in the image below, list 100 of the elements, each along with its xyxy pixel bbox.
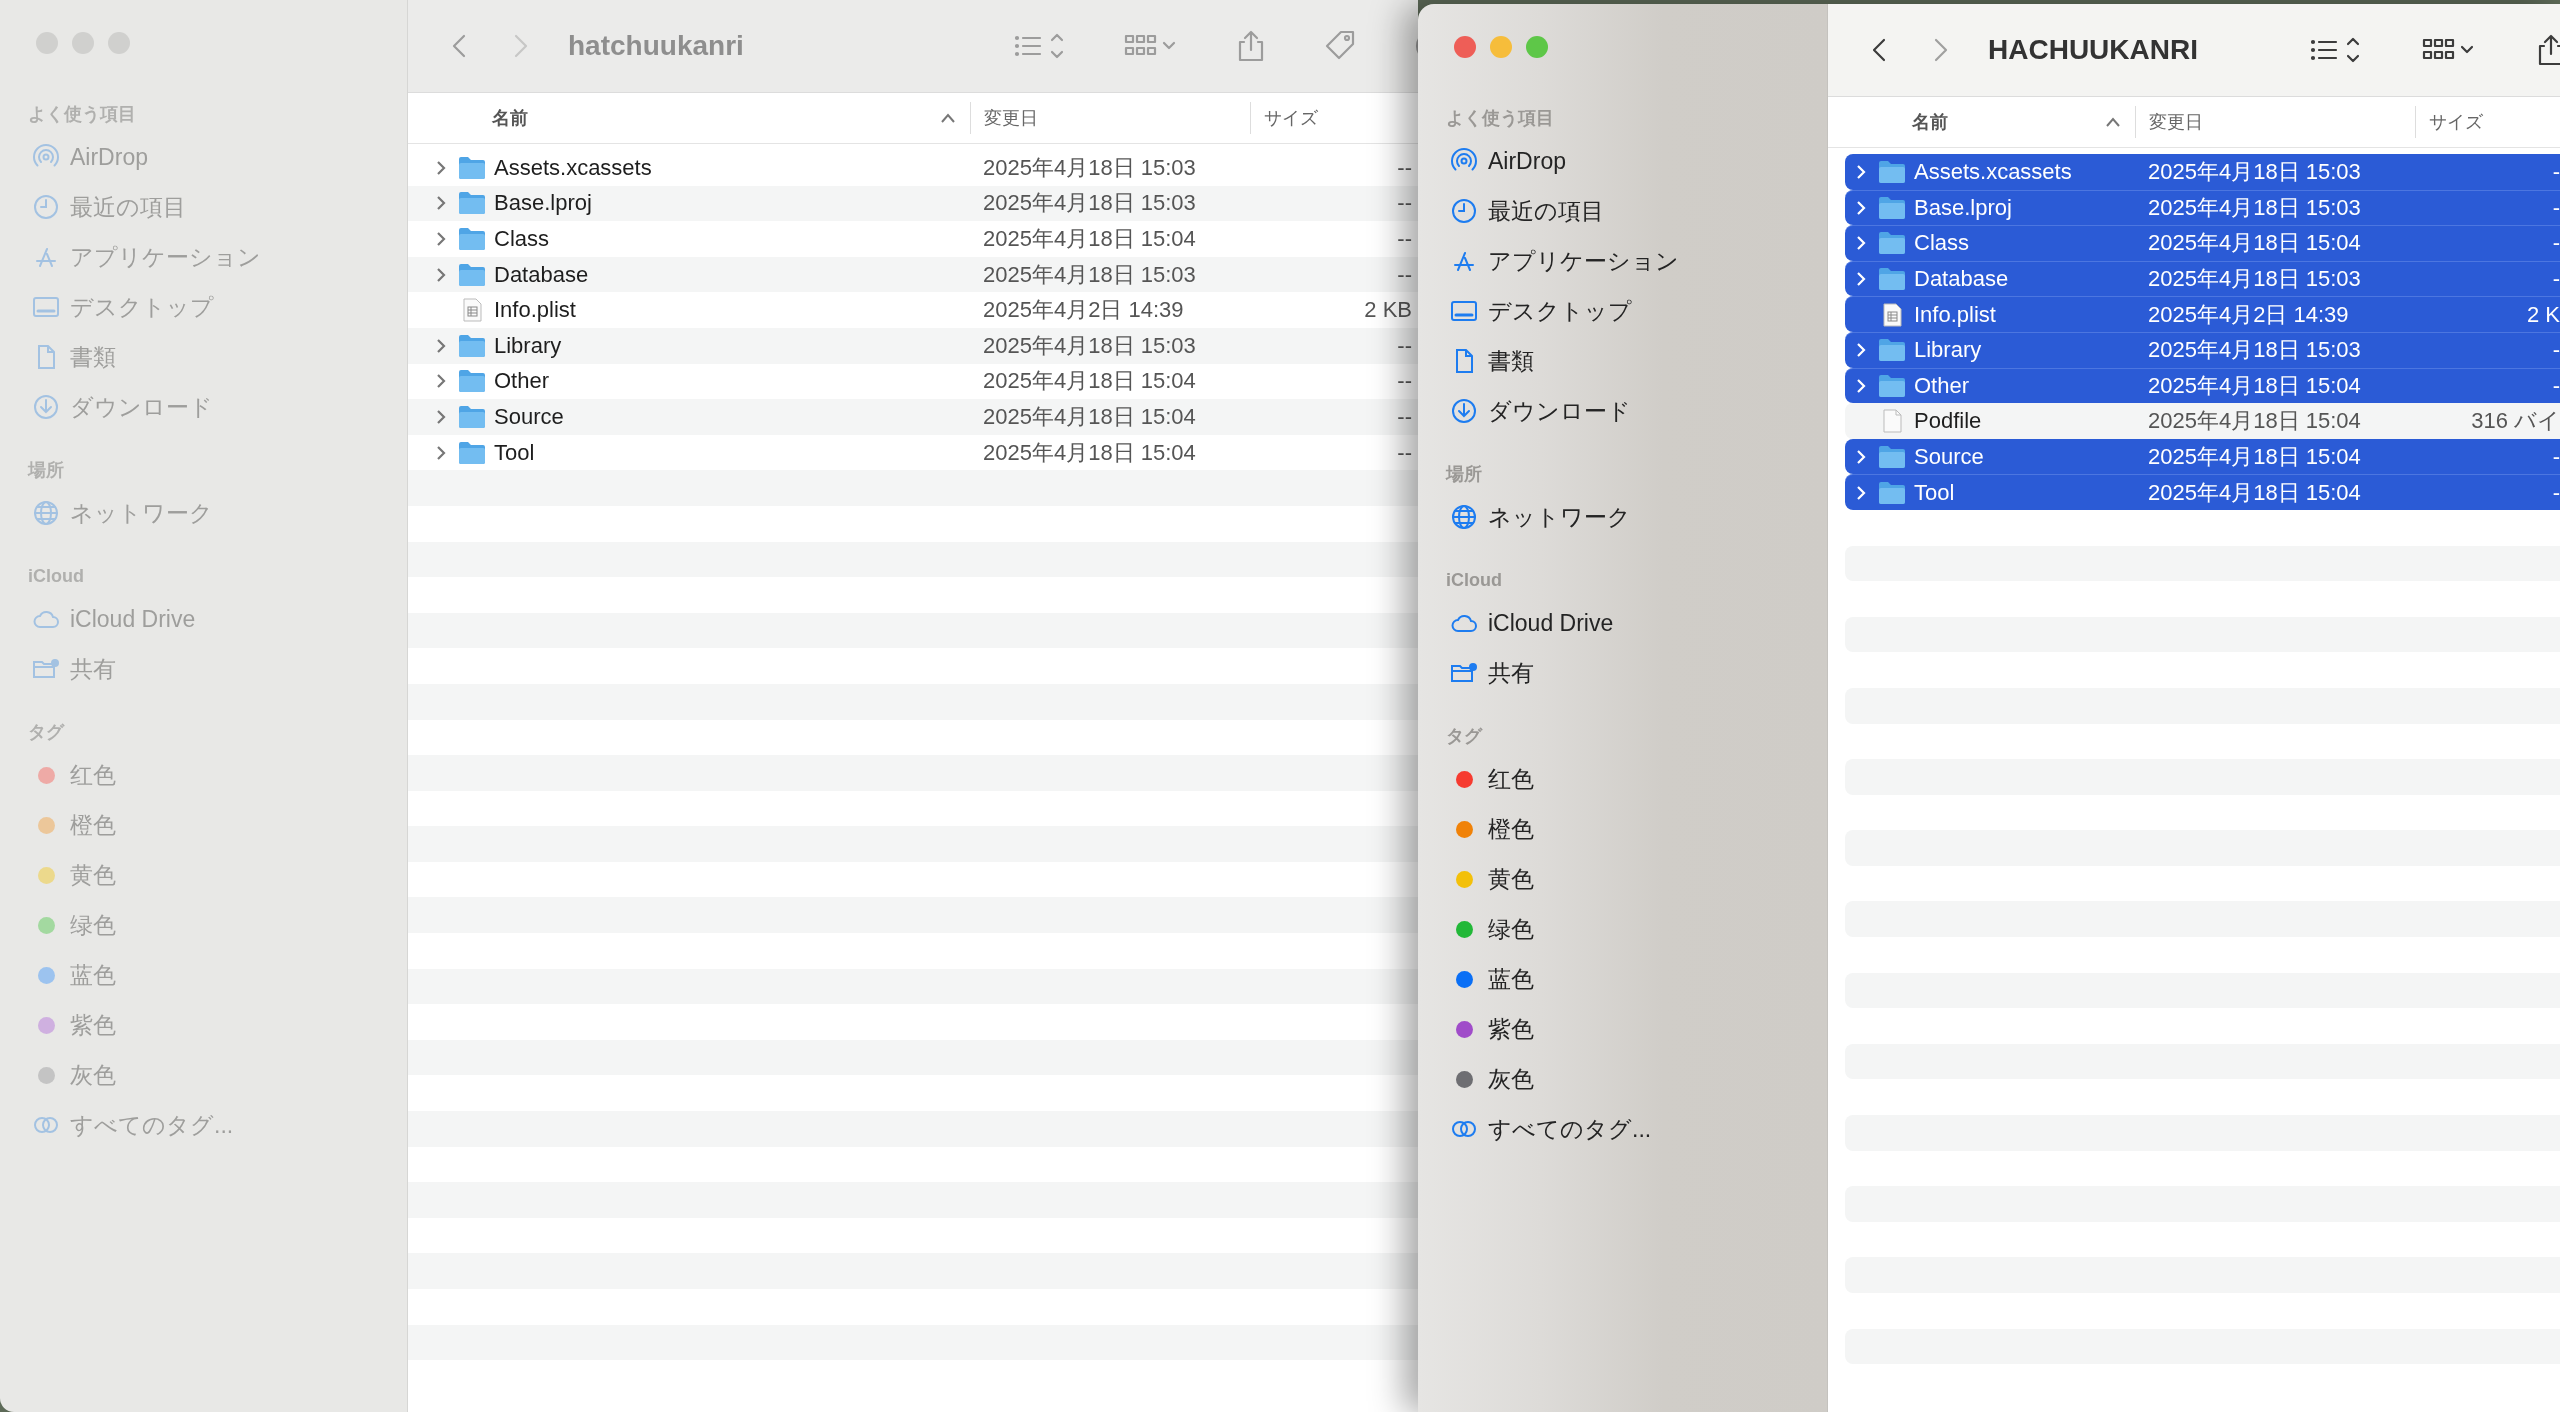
sidebar-heading: iCloud — [28, 564, 85, 588]
sidebar-item[interactable]: アプリケーション — [1446, 236, 1827, 286]
file-size: - — [2551, 372, 2560, 399]
sidebar-heading: よく使う項目 — [28, 103, 137, 126]
sidebar-item[interactable]: 紫色 — [1446, 1004, 1827, 1054]
column-header[interactable]: サイズ — [2415, 106, 2560, 138]
clock-icon — [32, 193, 60, 221]
sidebar-item[interactable]: 红色 — [1446, 754, 1827, 804]
file-name: Tool — [1914, 479, 1955, 506]
modified-date: 2025年4月18日 15:04 — [983, 225, 1197, 253]
file-row[interactable]: Library 2025年4月18日 15:03 - — [1845, 331, 2560, 368]
folder-icon — [458, 440, 486, 465]
window-title: HACHUUKANRI — [1988, 34, 2198, 66]
sidebar-item[interactable]: すべてのタグ... — [1446, 1104, 1827, 1154]
file-row[interactable]: Database 2025年4月18日 15:03 - — [1845, 260, 2560, 297]
disclosure-chevron-icon[interactable] — [1855, 199, 1867, 216]
file-name: Base.lproj — [494, 190, 592, 217]
folder-icon — [458, 369, 486, 394]
globe-icon — [1450, 503, 1478, 531]
disclosure-chevron-icon[interactable] — [435, 231, 447, 247]
sidebar-item[interactable]: ダウンロード — [1446, 386, 1827, 436]
file-size: -- — [1396, 261, 1413, 288]
close-button[interactable] — [1454, 36, 1476, 58]
sidebar-item[interactable]: 共有 — [1446, 648, 1827, 698]
sidebar-item[interactable]: 绿色 — [1446, 904, 1827, 954]
disclosure-chevron-icon[interactable] — [435, 373, 447, 390]
folder-icon — [1878, 267, 1906, 292]
file-size: -- — [1396, 439, 1413, 466]
file-row[interactable]: Info.plist 2025年4月2日 14:39 2 K — [1845, 296, 2560, 332]
file-row[interactable]: Podfile 2025年4月18日 15:04 316 バイ — [1845, 403, 2560, 439]
column-header[interactable]: 名前 — [408, 102, 970, 134]
file-name: Library — [494, 332, 562, 359]
file-size: - — [2551, 479, 2560, 506]
column-header[interactable]: 変更日 — [2135, 106, 2415, 138]
file-name: Class — [494, 226, 549, 252]
file-size: -- — [1396, 190, 1413, 217]
sidebar-heading: タグ — [28, 721, 66, 744]
file-size: 2 K — [2525, 301, 2560, 328]
file-name: Other — [1914, 372, 1970, 399]
file-row[interactable]: Class 2025年4月18日 15:04 - — [1845, 225, 2560, 261]
modified-date: 2025年4月18日 15:04 — [2148, 229, 2362, 258]
sidebar-item[interactable]: AirDrop — [1446, 136, 1827, 186]
folder-icon — [458, 191, 486, 216]
sidebar-item[interactable]: 最近の項目 — [1446, 186, 1827, 236]
disclosure-chevron-icon[interactable] — [435, 408, 447, 425]
file-size: - — [2551, 194, 2560, 221]
folder-icon — [1878, 159, 1906, 184]
file-row[interactable]: Base.lproj 2025年4月18日 15:03 - — [1845, 189, 2560, 226]
file-name: Database — [1914, 266, 2009, 293]
sidebar-item[interactable]: 橙色 — [1446, 804, 1827, 854]
sidebar-heading: よく使う項目 — [1446, 107, 1555, 130]
folder-icon — [1878, 480, 1906, 505]
file-name: Podfile — [1914, 407, 1982, 434]
modified-date: 2025年4月18日 15:04 — [2148, 442, 2362, 471]
file-size: - — [2551, 337, 2560, 364]
sidebar-item[interactable]: 黄色 — [1446, 854, 1827, 904]
folder-icon — [458, 333, 486, 358]
disclosure-chevron-icon[interactable] — [435, 266, 447, 283]
disclosure-chevron-icon[interactable] — [1855, 342, 1867, 359]
download-icon — [1450, 397, 1478, 425]
sort-caret-icon — [940, 113, 956, 123]
file-row[interactable]: Tool 2025年4月18日 15:04 - — [1845, 474, 2560, 510]
file-row[interactable]: Source 2025年4月18日 15:04 - — [1845, 438, 2560, 475]
sidebar-item[interactable]: ネットワーク — [1446, 492, 1827, 542]
modified-date: 2025年4月18日 15:03 — [2148, 157, 2362, 186]
folder-icon — [458, 227, 486, 251]
disclosure-chevron-icon[interactable] — [1855, 163, 1867, 180]
file-size: 316 バイ — [2470, 406, 2560, 435]
file-name: Assets.xcassets — [1914, 158, 2072, 185]
column-header[interactable]: 変更日 — [970, 102, 1250, 134]
file-size: -- — [1396, 403, 1413, 430]
sidebar-item[interactable]: デスクトップ — [1446, 286, 1827, 336]
column-header[interactable]: 名前 — [1828, 106, 2135, 138]
file-row[interactable]: Assets.xcassets 2025年4月18日 15:03 - — [1845, 154, 2560, 190]
disclosure-chevron-icon[interactable] — [1855, 377, 1867, 394]
disclosure-chevron-icon[interactable] — [1855, 484, 1867, 501]
modified-date: 2025年4月18日 15:04 — [2148, 371, 2362, 400]
modified-date: 2025年4月18日 15:03 — [983, 260, 1197, 289]
file-size: - — [2551, 443, 2560, 470]
file-row[interactable]: Other 2025年4月18日 15:04 - — [1845, 367, 2560, 404]
modified-date: 2025年4月18日 15:04 — [2148, 478, 2362, 507]
share-icon[interactable] — [2536, 33, 2560, 67]
disclosure-chevron-icon[interactable] — [1855, 235, 1867, 252]
file-name: Info.plist — [494, 297, 576, 324]
sidebar-item[interactable]: iCloud Drive — [1446, 598, 1827, 648]
sidebar-item[interactable]: 灰色 — [1446, 1054, 1827, 1104]
globe-icon — [32, 499, 60, 527]
modified-date: 2025年4月18日 15:04 — [983, 402, 1197, 431]
disclosure-chevron-icon[interactable] — [435, 444, 447, 461]
sidebar-heading: 場所 — [1446, 463, 1483, 486]
sidebar-item[interactable]: 書類 — [1446, 336, 1827, 386]
disclosure-chevron-icon[interactable] — [435, 337, 447, 354]
file-size: -- — [1396, 226, 1413, 252]
disclosure-chevron-icon[interactable] — [1855, 271, 1867, 288]
disclosure-chevron-icon[interactable] — [1855, 448, 1867, 465]
disclosure-chevron-icon[interactable] — [435, 195, 447, 212]
sidebar-item[interactable]: 蓝色 — [1446, 954, 1827, 1004]
file-name: Class — [1914, 230, 1969, 257]
disclosure-chevron-icon[interactable] — [435, 159, 447, 176]
folder-icon — [458, 155, 486, 180]
